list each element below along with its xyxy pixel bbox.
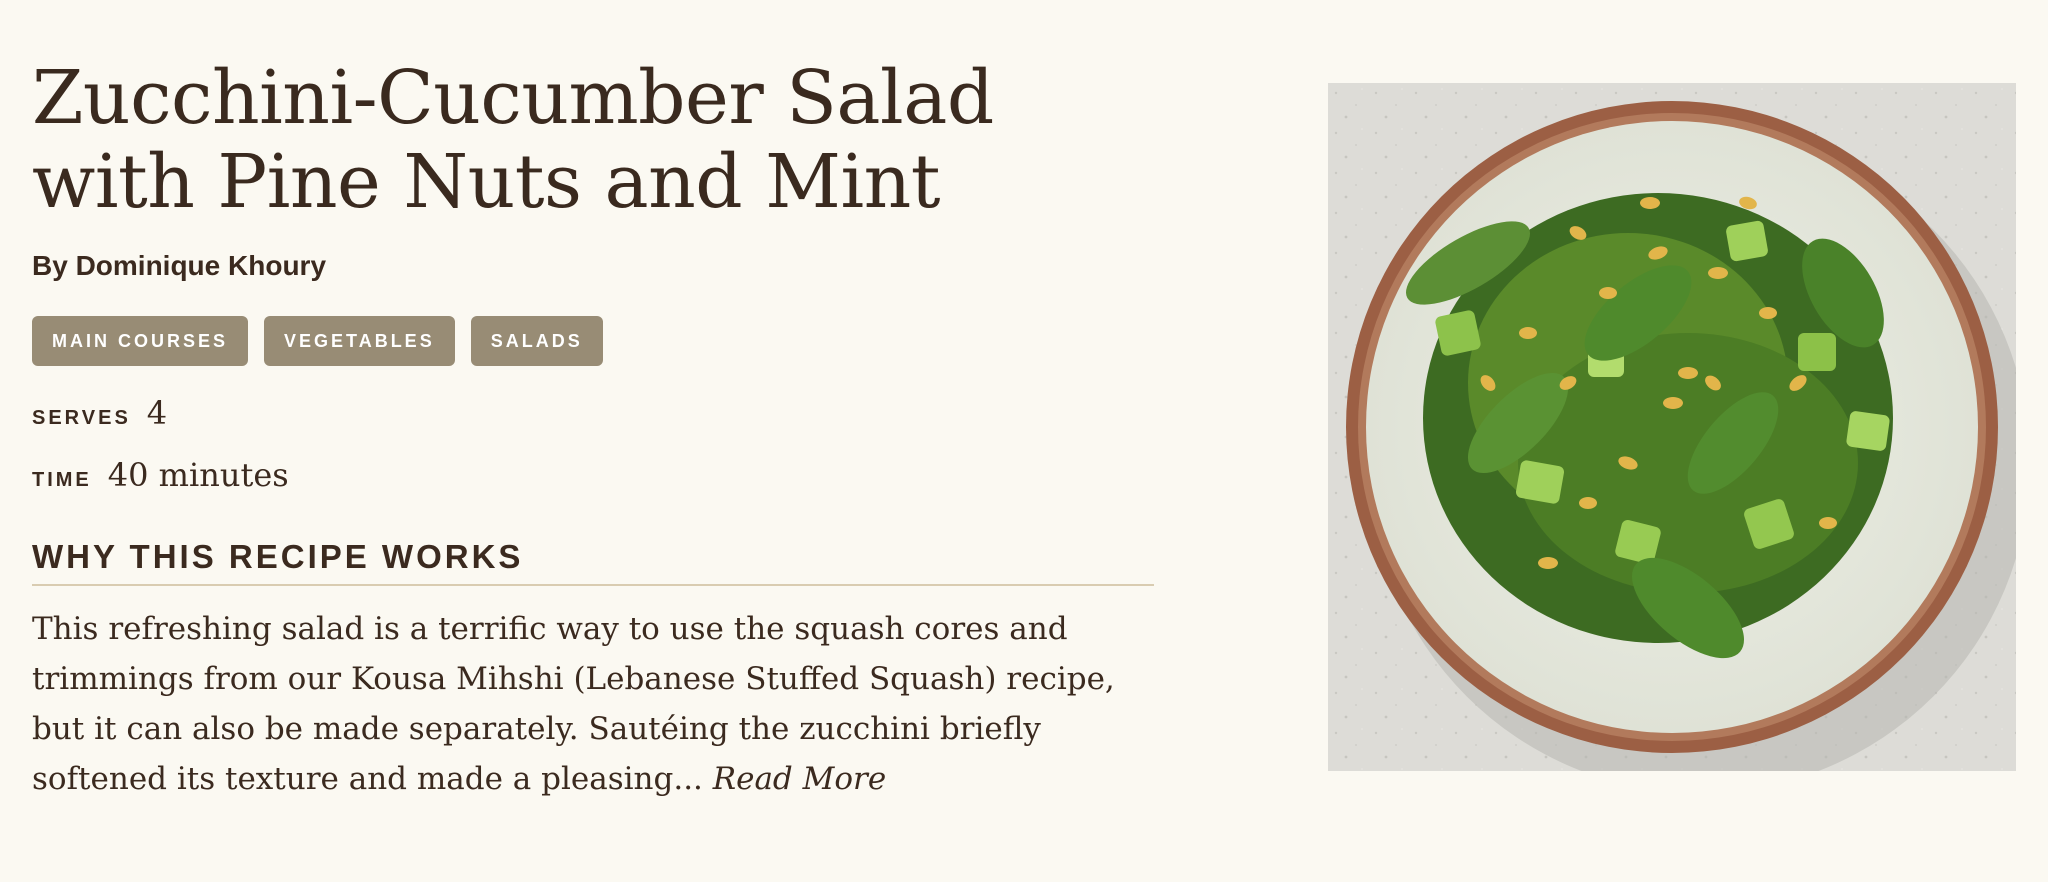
time-label: TIME	[32, 469, 92, 491]
recipe-title-line1: Zucchini-Cucumber Salad	[32, 55, 994, 141]
tag-list: MAIN COURSES VEGETABLES SALADS	[32, 316, 1152, 366]
serves-value: 4	[146, 394, 168, 432]
why-heading: WHY THIS RECIPE WORKS	[32, 538, 1154, 586]
read-more-link[interactable]: Read More	[713, 761, 886, 797]
serves-row: SERVES 4	[32, 394, 1152, 432]
serves-label: SERVES	[32, 407, 131, 429]
tag-main-courses[interactable]: MAIN COURSES	[32, 316, 249, 366]
salad-bowl-illustration	[1328, 83, 2016, 771]
recipe-photo	[1328, 83, 2016, 771]
tag-vegetables[interactable]: VEGETABLES	[264, 316, 455, 366]
recipe-header: Zucchini-Cucumber Salad with Pine Nuts a…	[32, 56, 1154, 804]
why-body: This refreshing salad is a terrific way …	[32, 604, 1152, 804]
tag-salads[interactable]: SALADS	[470, 316, 603, 366]
time-row: TIME 40 minutes	[32, 456, 1152, 494]
author-byline[interactable]: By Dominique Khoury	[32, 250, 1152, 282]
recipe-title-line2: with Pine Nuts and Mint	[32, 139, 941, 225]
why-text: This refreshing salad is a terrific way …	[32, 611, 1115, 797]
time-value: 40 minutes	[107, 456, 289, 494]
recipe-title: Zucchini-Cucumber Salad with Pine Nuts a…	[32, 56, 1152, 224]
